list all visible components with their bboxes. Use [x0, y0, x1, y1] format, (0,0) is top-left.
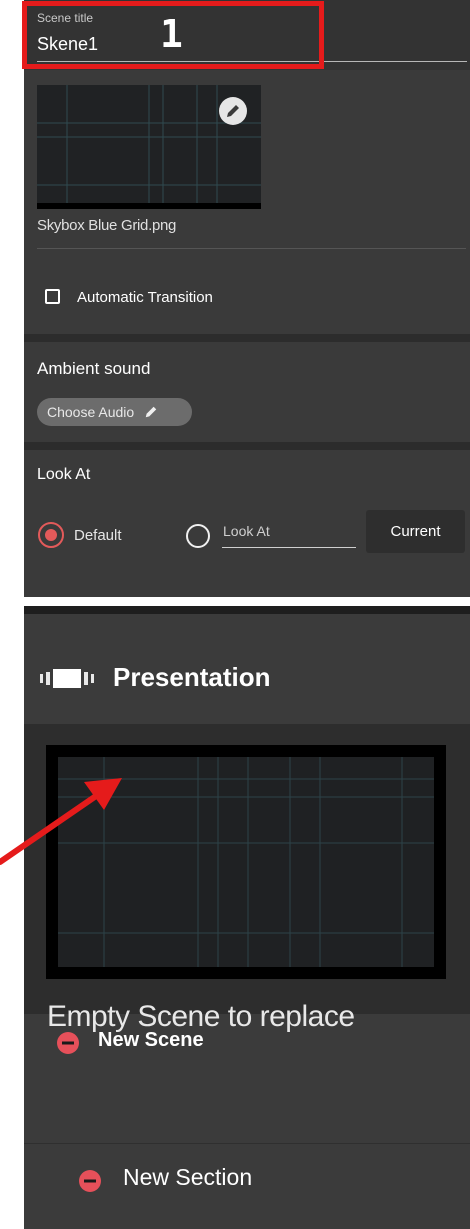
section-separator	[24, 334, 470, 342]
look-at-title: Look At	[37, 466, 91, 483]
callout-number: 1	[160, 12, 183, 56]
radio-look-at[interactable]	[186, 524, 210, 548]
new-scene-button[interactable]: New Scene	[98, 1029, 204, 1052]
section-separator	[24, 442, 470, 450]
plus-circle-icon[interactable]	[79, 1170, 101, 1197]
ambient-sound-title: Ambient sound	[37, 359, 151, 378]
annotation-arrow-icon	[0, 760, 130, 875]
choose-audio-button[interactable]: Choose Audio	[37, 398, 192, 426]
skybox-file-name: Skybox Blue Grid.png	[37, 217, 177, 234]
panel-top-border	[24, 606, 470, 614]
radio-default[interactable]	[38, 522, 64, 548]
pencil-icon	[145, 406, 157, 418]
plus-circle-icon[interactable]	[57, 1032, 79, 1059]
new-section-button[interactable]: New Section	[123, 1164, 252, 1191]
current-button[interactable]: Current	[366, 510, 465, 553]
radio-default-label: Default	[74, 527, 122, 544]
divider	[37, 248, 466, 249]
automatic-transition-checkbox[interactable]	[45, 289, 60, 304]
pencil-icon	[227, 105, 239, 117]
divider	[24, 1143, 470, 1144]
look-at-input[interactable]: Look At	[223, 523, 270, 539]
look-at-input-underline	[222, 547, 356, 548]
choose-audio-label: Choose Audio	[47, 404, 135, 420]
automatic-transition-label: Automatic Transition	[77, 289, 213, 306]
presentation-title: Presentation	[113, 662, 271, 692]
presentation-icon	[40, 667, 100, 694]
edit-skybox-button[interactable]	[219, 97, 247, 125]
